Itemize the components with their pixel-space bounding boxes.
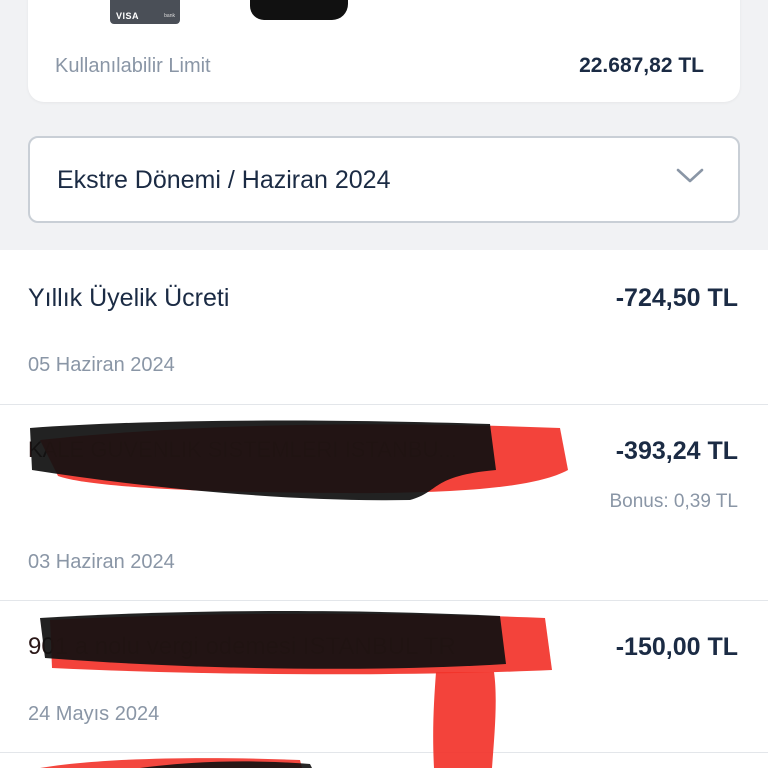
statement-period-dropdown[interactable]: Ekstre Dönemi / Haziran 2024 bbox=[28, 136, 740, 223]
transaction-amount: -724,50 TL bbox=[615, 284, 738, 312]
transaction-amount: -393,24 TL bbox=[615, 437, 738, 465]
transaction-name: KALE GUVENLIK SISTEMLERI ISTANBU... bbox=[28, 437, 457, 462]
redaction-scribble bbox=[250, 0, 348, 20]
available-limit-value: 22.687,82 TL bbox=[579, 54, 704, 77]
card-brand-logo: VISA bbox=[116, 11, 140, 21]
transaction-name: Yıllık Üyelik Ücreti bbox=[28, 284, 230, 312]
bank-logo: bank bbox=[164, 13, 175, 19]
card-detail-screen: VISA bank Kullanılabilir Limit 22.687,82… bbox=[0, 0, 768, 768]
statement-period-label: Ekstre Dönemi / Haziran 2024 bbox=[57, 166, 391, 194]
transaction-date: 03 Haziran 2024 bbox=[28, 551, 175, 573]
transaction-row[interactable]: 901 a nolu vergi odemesi ISTANBUL TR -15… bbox=[0, 600, 768, 752]
transaction-bonus: Bonus: 0,39 TL bbox=[609, 491, 738, 512]
credit-card-thumbnail[interactable]: VISA bank bbox=[110, 0, 180, 24]
chevron-down-icon bbox=[676, 168, 704, 183]
transaction-date: 24 Mayıs 2024 bbox=[28, 703, 160, 725]
card-summary-panel: VISA bank Kullanılabilir Limit 22.687,82… bbox=[28, 0, 740, 102]
transaction-date: 05 Haziran 2024 bbox=[28, 354, 175, 376]
transaction-name: 901 a nolu vergi odemesi ISTANBUL TR bbox=[28, 633, 456, 660]
available-limit-label: Kullanılabilir Limit bbox=[55, 55, 211, 77]
transaction-row[interactable]: Yıllık Üyelik Ücreti -724,50 TL 05 Hazir… bbox=[0, 250, 768, 404]
transaction-amount: -150,00 TL bbox=[615, 633, 738, 661]
transaction-row[interactable]: KALE GUVENLIK SISTEMLERI ISTANBU... -393… bbox=[0, 404, 768, 600]
transaction-row[interactable] bbox=[0, 752, 768, 768]
